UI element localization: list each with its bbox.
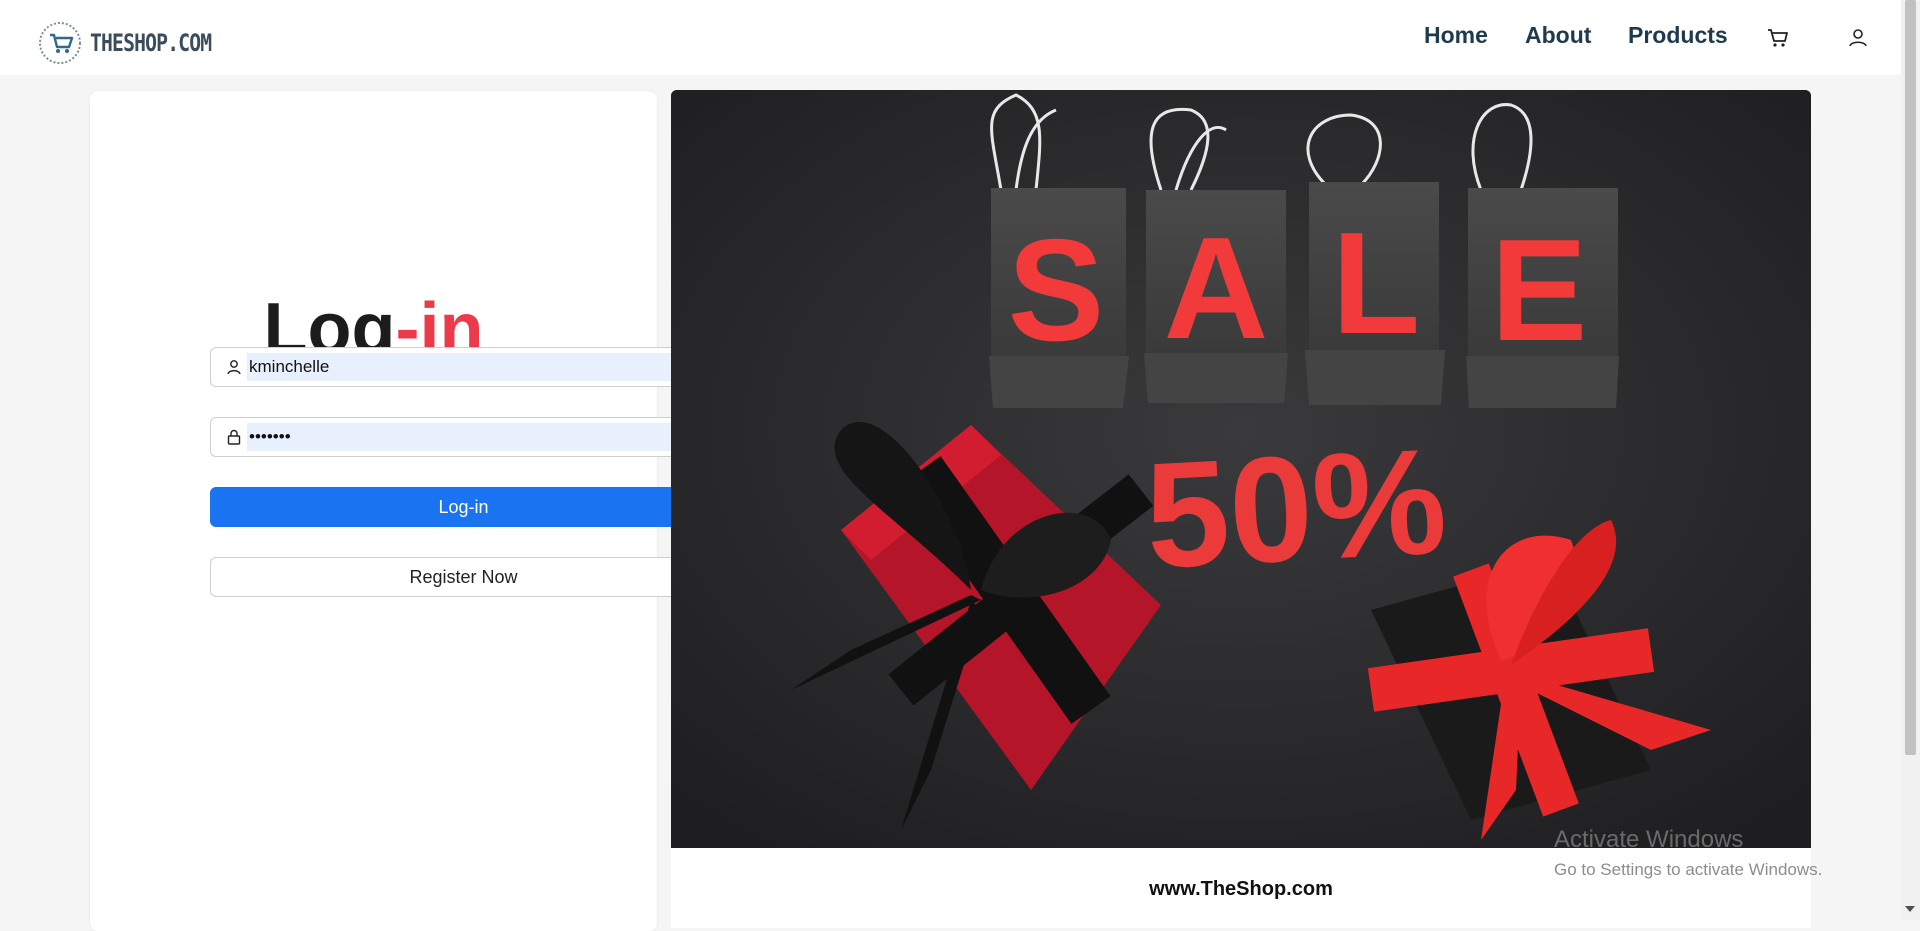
- site-logo[interactable]: THESHOP.COM: [38, 16, 238, 70]
- scrollbar-thumb[interactable]: [1905, 0, 1916, 755]
- nav-about-link[interactable]: About: [1525, 22, 1591, 49]
- site-url[interactable]: www.TheShop.com: [671, 878, 1811, 901]
- sale-letter-l: L: [1332, 202, 1421, 364]
- user-icon: [227, 360, 241, 375]
- username-input[interactable]: [247, 353, 702, 381]
- sale-letter-a: A: [1164, 207, 1269, 369]
- nav-home-link[interactable]: Home: [1424, 22, 1488, 49]
- watermark-title: Activate Windows: [1554, 826, 1744, 853]
- page-scrollbar[interactable]: [1901, 0, 1920, 920]
- cart-icon[interactable]: [1766, 26, 1790, 50]
- shop-logo-icon: [39, 22, 81, 64]
- password-input[interactable]: [247, 423, 702, 451]
- logo-text: THESHOP.COM: [90, 29, 212, 57]
- user-icon[interactable]: [1846, 26, 1870, 50]
- windows-activation-watermark: Activate Windows Go to Settings to activ…: [1554, 826, 1822, 880]
- scroll-down-arrow-icon[interactable]: [1905, 906, 1915, 912]
- sale-illustration: S A L E 50%: [671, 90, 1811, 848]
- sale-banner-image: S A L E 50%: [671, 90, 1811, 848]
- sale-letter-s: S: [1008, 209, 1105, 371]
- lock-icon: [227, 429, 241, 445]
- login-button[interactable]: Log-in: [210, 487, 717, 527]
- watermark-subtitle: Go to Settings to activate Windows.: [1554, 860, 1823, 879]
- password-field: [210, 417, 717, 457]
- register-button[interactable]: Register Now: [210, 557, 717, 597]
- username-field: [210, 347, 717, 387]
- navbar: THESHOP.COM Home About Products: [0, 0, 1901, 75]
- discount-text: 50%: [1142, 416, 1451, 599]
- nav-products-link[interactable]: Products: [1628, 22, 1728, 49]
- login-card: Log-in Log-in Register Now: [90, 91, 717, 931]
- sale-letter-e: E: [1491, 209, 1588, 371]
